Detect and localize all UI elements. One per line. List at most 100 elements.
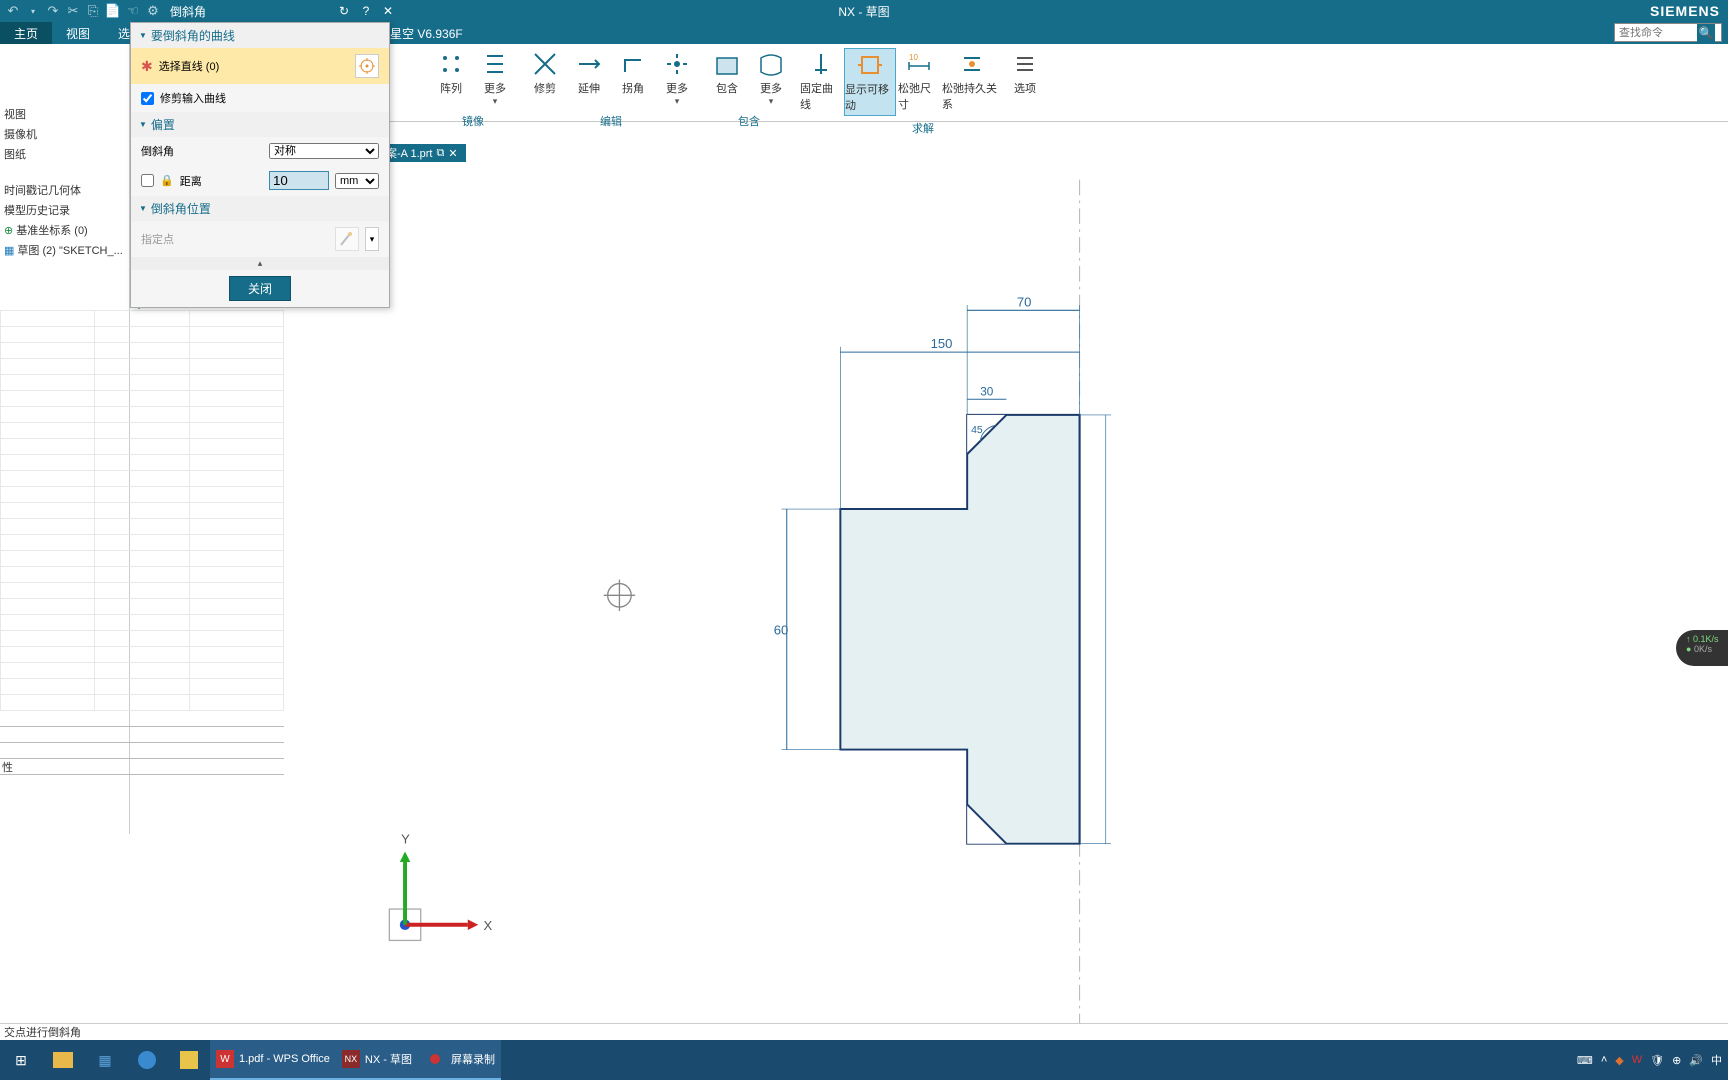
version-label: 星空 V6.936F <box>390 22 463 44</box>
search-icon[interactable]: 🔍 <box>1697 24 1715 42</box>
brand-label: SIEMENS <box>1650 3 1720 19</box>
more-button-2[interactable]: 更多 ▾ <box>656 48 698 109</box>
tab-close-icon[interactable]: ✕ <box>448 147 457 160</box>
paste-icon[interactable]: 📄 <box>104 2 122 20</box>
tree-item-view[interactable]: 视图 <box>0 104 129 124</box>
tray-ime-label[interactable]: 中 <box>1711 1052 1722 1068</box>
selection-target-icon[interactable] <box>355 54 379 78</box>
taskbar-nx[interactable]: NX NX - 草图 <box>336 1040 418 1080</box>
dialog-section-offset[interactable]: 偏置 <box>131 112 389 137</box>
graphics-canvas[interactable]: 70 150 30 45 60 X <box>290 162 1728 1060</box>
title-bar: ↶ ▾ ↷ ✂ ⎘ 📄 ☜ ⚙ 倒斜角 ↻ ? ✕ NX - 草图 SIEMEN… <box>0 0 1728 22</box>
more-button-1[interactable]: 更多 ▾ <box>474 48 516 109</box>
tree-item-sketch[interactable]: ▦草图 (2) "SKETCH_... <box>0 240 129 260</box>
search-box[interactable]: 🔍 <box>1614 23 1722 42</box>
svg-text:Y: Y <box>401 832 410 847</box>
settings-icon[interactable]: ⚙ <box>144 2 162 20</box>
relax-dim-button[interactable]: 10 松弛尺寸 <box>898 48 940 116</box>
taskbar-recorder[interactable]: 屏幕录制 <box>418 1040 501 1080</box>
system-tray[interactable]: ⌨ ˄ ◆ W 🛡 ⊕ 🔊 中 <box>1577 1052 1728 1068</box>
lock-icon[interactable]: 🔒 <box>160 174 174 187</box>
status-bar: 交点进行倒斜角 <box>0 1023 1728 1040</box>
svg-text:X: X <box>483 918 492 933</box>
dialog-help-icon[interactable]: ? <box>358 3 374 19</box>
mirror-group-label: 镜像 <box>462 113 484 129</box>
network-speed-widget: ↑ 0.1K/s ● 0K/s <box>1676 630 1728 666</box>
solve-group-label: 求解 <box>912 120 934 136</box>
svg-text:10: 10 <box>909 53 918 62</box>
tab-detach-icon[interactable]: ⧉ <box>436 147 444 160</box>
menu-view[interactable]: 视图 <box>52 22 104 44</box>
tray-app-icon[interactable]: W <box>1632 1054 1642 1066</box>
search-input[interactable] <box>1615 27 1697 39</box>
extend-button[interactable]: 延伸 <box>568 48 610 109</box>
chamfer-dialog: 要倒斜角的曲线 ✱ 选择直线 (0) 修剪输入曲线 偏置 倒斜角 对称 🔒 距离… <box>130 22 390 308</box>
include-group-label: 包含 <box>738 113 760 129</box>
distance-input[interactable] <box>269 171 329 190</box>
tray-keyboard-icon[interactable]: ⌨ <box>1577 1054 1593 1067</box>
tree-item-drawing[interactable]: 图纸 <box>0 144 129 164</box>
include-button[interactable]: 包含 <box>706 48 748 109</box>
redo-icon[interactable]: ↷ <box>44 2 62 20</box>
windows-taskbar: ⊞ ▦ W 1.pdf - WPS Office NX NX - 草图 屏幕录制… <box>0 1040 1728 1080</box>
trim-button[interactable]: 修剪 <box>524 48 566 109</box>
distance-unit-select[interactable]: mm <box>335 173 379 189</box>
tray-security-icon[interactable]: 🛡 <box>1650 1054 1664 1067</box>
dim-45[interactable]: 45 <box>971 425 983 436</box>
dialog-close-icon[interactable]: ✕ <box>380 3 396 19</box>
options-button[interactable]: 选项 <box>1004 48 1046 116</box>
property-grid <box>0 310 284 730</box>
dim-150[interactable]: 150 <box>931 336 953 351</box>
chamfer-type-select[interactable]: 对称 <box>269 143 379 159</box>
tree-item-timestamp[interactable]: 时间戳记几何体 <box>0 180 129 200</box>
dim-30[interactable]: 30 <box>980 385 994 398</box>
app-title: NX - 草图 <box>838 3 889 20</box>
taskbar-wps[interactable]: W 1.pdf - WPS Office <box>210 1040 336 1080</box>
menu-home[interactable]: 主页 <box>0 22 52 44</box>
dialog-title-text: 倒斜角 <box>170 3 206 20</box>
dialog-collapse-toggle[interactable]: ▴ <box>131 257 389 270</box>
sketch-geometry[interactable] <box>840 415 1079 844</box>
relax-rel-button[interactable]: 松弛持久关系 <box>942 48 1002 116</box>
dialog-reset-icon[interactable]: ↻ <box>336 3 352 19</box>
taskbar-calc[interactable]: ▦ <box>84 1040 126 1080</box>
copy-icon[interactable]: ⎘ <box>84 2 102 20</box>
taskbar-explorer[interactable] <box>42 1040 84 1080</box>
dim-60[interactable]: 60 <box>774 623 789 638</box>
select-line-row[interactable]: ✱ 选择直线 (0) <box>131 48 389 84</box>
tray-network-icon[interactable]: ⊕ <box>1672 1054 1681 1067</box>
array-button[interactable]: 阵列 <box>430 48 472 109</box>
taskbar-browser[interactable] <box>126 1040 168 1080</box>
dialog-section-curves[interactable]: 要倒斜角的曲线 <box>131 23 389 48</box>
tree-item-history[interactable]: 模型历史记录 <box>0 200 129 220</box>
taskbar-notes[interactable] <box>168 1040 210 1080</box>
dialog-close-button[interactable]: 关闭 <box>229 276 291 301</box>
specify-point-label: 指定点 <box>141 231 329 247</box>
trim-input-checkbox[interactable] <box>141 92 154 105</box>
undo-dropdown-icon[interactable]: ▾ <box>24 2 42 20</box>
movable-button[interactable]: 显示可移动 <box>844 48 896 116</box>
distance-lock-checkbox[interactable] <box>141 174 154 187</box>
coordinate-triad: X Y <box>389 832 492 941</box>
distance-label: 距离 <box>180 173 263 189</box>
trim-input-label: 修剪输入曲线 <box>160 90 379 106</box>
fixed-curve-button[interactable]: 固定曲线 <box>800 48 842 116</box>
tray-volume-icon[interactable]: 🔊 <box>1689 1054 1703 1067</box>
more-button-3[interactable]: 更多 ▾ <box>750 48 792 109</box>
corner-button[interactable]: 拐角 <box>612 48 654 109</box>
chamfer-type-label: 倒斜角 <box>141 143 263 159</box>
point-picker-icon[interactable] <box>335 227 359 251</box>
cut-icon[interactable]: ✂ <box>64 2 82 20</box>
start-button[interactable]: ⊞ <box>0 1040 42 1080</box>
edit-group-label: 编辑 <box>600 113 622 129</box>
tree-item-datum[interactable]: ⊕基准坐标系 (0) <box>0 220 129 240</box>
tray-app-icon[interactable]: ◆ <box>1615 1054 1623 1067</box>
tree-item-camera[interactable]: 摄像机 <box>0 124 129 144</box>
dim-70[interactable]: 70 <box>1017 294 1032 309</box>
point-dropdown-icon[interactable]: ▾ <box>365 227 379 251</box>
tray-chevron-icon[interactable]: ˄ <box>1601 1054 1607 1066</box>
touch-icon[interactable]: ☜ <box>124 2 142 20</box>
required-icon: ✱ <box>141 58 153 75</box>
dialog-section-location[interactable]: 倒斜角位置 <box>131 196 389 221</box>
undo-icon[interactable]: ↶ <box>4 2 22 20</box>
